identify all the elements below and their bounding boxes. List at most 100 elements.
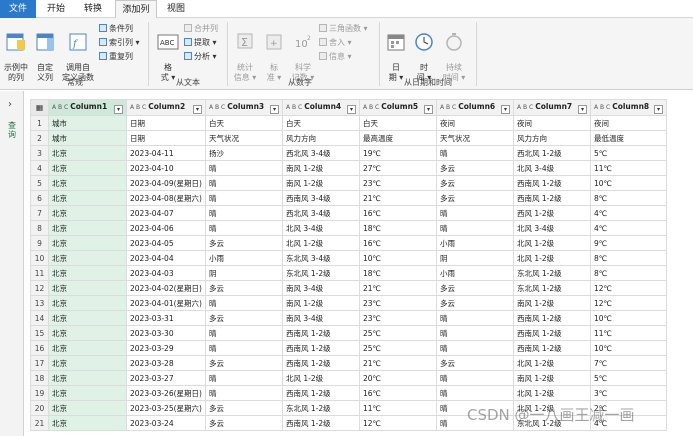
row-number[interactable]: 18 [30, 370, 49, 386]
table-cell[interactable]: 北京 [48, 340, 127, 356]
table-cell[interactable]: 北京 [48, 370, 127, 386]
table-cell[interactable]: 2023-03-27 [126, 370, 206, 386]
table-cell[interactable]: 21℃ [358, 190, 437, 206]
tab-home[interactable]: 开始 [40, 0, 72, 18]
text-type-icon[interactable]: A B C [52, 104, 68, 111]
standard-button[interactable]: + 标 准 ▾ [262, 22, 286, 83]
table-cell[interactable]: 晴 [204, 325, 283, 341]
table-cell[interactable]: 北京 [48, 385, 127, 401]
table-cell[interactable]: 城市 [48, 130, 127, 146]
table-cell[interactable]: 最高温度 [358, 130, 437, 146]
row-number[interactable]: 21 [30, 415, 49, 431]
table-cell[interactable]: 16℃ [358, 205, 437, 221]
table-cell[interactable]: 12℃ [358, 415, 437, 431]
table-cell[interactable]: 北京 [48, 280, 127, 296]
table-cell[interactable]: 最低温度 [589, 130, 667, 146]
table-menu-icon[interactable]: ▦ [30, 99, 49, 116]
row-number[interactable]: 4 [30, 160, 49, 176]
table-cell[interactable]: 南风 1-2级 [281, 175, 360, 191]
row-number[interactable]: 5 [30, 175, 49, 191]
table-cell[interactable]: 16℃ [358, 235, 437, 251]
table-cell[interactable]: 西南风 1-2级 [281, 340, 360, 356]
table-cell[interactable]: 2023-04-05 [126, 235, 206, 251]
table-cell[interactable]: 白天 [204, 115, 283, 131]
table-cell[interactable]: 小雨 [435, 265, 514, 281]
filter-dropdown-icon[interactable]: ▾ [192, 104, 202, 114]
table-cell[interactable]: 2023-04-09(星期日) [126, 175, 206, 191]
table-cell[interactable]: 16℃ [358, 385, 437, 401]
table-cell[interactable]: 扬沙 [204, 145, 283, 161]
row-number[interactable]: 12 [30, 280, 49, 296]
table-cell[interactable]: 2023-03-26(星期日) [126, 385, 206, 401]
row-number[interactable]: 8 [30, 220, 49, 236]
table-cell[interactable]: 南风 3-4级 [281, 310, 360, 326]
row-number[interactable]: 14 [30, 310, 49, 326]
table-cell[interactable]: 北京 [48, 310, 127, 326]
table-cell[interactable]: 晴 [435, 205, 514, 221]
table-cell[interactable]: 小雨 [435, 235, 514, 251]
statistics-button[interactable]: Σ 统计 信息 ▾ [230, 22, 260, 83]
table-cell[interactable]: 北风 1-2级 [281, 370, 360, 386]
table-cell[interactable]: 2023-04-06 [126, 220, 206, 236]
row-number[interactable]: 2 [30, 130, 49, 146]
duration-button[interactable]: 持续 时间 ▾ [440, 22, 468, 83]
trigonometry-button[interactable]: 三角函数 ▾ [319, 23, 368, 34]
table-cell[interactable]: 风力方向 [281, 130, 360, 146]
table-cell[interactable]: 阴 [204, 265, 283, 281]
table-cell[interactable]: 2023-03-24 [126, 415, 206, 431]
table-cell[interactable]: 18℃ [358, 220, 437, 236]
table-cell[interactable]: 12℃ [589, 280, 667, 296]
table-cell[interactable]: 27℃ [358, 160, 437, 176]
table-cell[interactable]: 北京 [48, 190, 127, 206]
table-cell[interactable]: 多云 [204, 355, 283, 371]
table-cell[interactable]: 多云 [435, 295, 514, 311]
table-cell[interactable]: 4℃ [589, 205, 667, 221]
table-cell[interactable]: 多云 [435, 160, 514, 176]
table-cell[interactable]: 西北风 3-4级 [281, 145, 360, 161]
table-cell[interactable]: 4℃ [589, 220, 667, 236]
table-cell[interactable]: 12℃ [589, 295, 667, 311]
table-cell[interactable]: 10℃ [589, 340, 667, 356]
table-cell[interactable]: 西南风 3-4级 [281, 190, 360, 206]
column-header-1[interactable]: A B C Column1 ▾ [48, 99, 127, 116]
filter-dropdown-icon[interactable]: ▾ [500, 104, 510, 114]
table-cell[interactable]: 日期 [126, 115, 206, 131]
table-cell[interactable]: 2023-04-03 [126, 265, 206, 281]
table-cell[interactable]: 白天 [281, 115, 360, 131]
table-cell[interactable]: 2023-03-25(星期六) [126, 400, 206, 416]
row-number[interactable]: 20 [30, 400, 49, 416]
table-cell[interactable]: 2023-04-11 [126, 145, 206, 161]
table-cell[interactable]: 晴 [204, 295, 283, 311]
format-button[interactable]: ABC 格 式 ▾ [155, 22, 181, 83]
scientific-button[interactable]: 10 2 科学 记数 ▾ [290, 22, 316, 83]
row-number[interactable]: 6 [30, 190, 49, 206]
table-cell[interactable]: 北风 1-2级 [512, 385, 591, 401]
time-button[interactable]: 时 间 ▾ [412, 22, 436, 83]
table-cell[interactable]: 北风 1-2级 [512, 250, 591, 266]
text-type-icon[interactable]: A B C [517, 104, 533, 111]
row-number[interactable]: 1 [30, 115, 49, 131]
table-cell[interactable]: 北风 1-2级 [512, 235, 591, 251]
date-button[interactable]: 日 期 ▾ [384, 22, 408, 83]
table-cell[interactable]: 晴 [204, 160, 283, 176]
table-cell[interactable]: 晴 [204, 205, 283, 221]
column-header-2[interactable]: A B C Column2 ▾ [126, 99, 206, 116]
table-cell[interactable]: 3℃ [589, 385, 667, 401]
table-cell[interactable]: 10℃ [589, 175, 667, 191]
table-cell[interactable]: 2023-04-10 [126, 160, 206, 176]
table-cell[interactable]: 北京 [48, 325, 127, 341]
table-cell[interactable]: 2023-03-31 [126, 310, 206, 326]
table-cell[interactable]: 小雨 [204, 250, 283, 266]
filter-dropdown-icon[interactable]: ▾ [269, 104, 279, 114]
table-cell[interactable]: 北京 [48, 235, 127, 251]
expand-chevron-icon[interactable]: › [8, 99, 12, 110]
table-cell[interactable]: 2023-03-29 [126, 340, 206, 356]
table-cell[interactable]: 5℃ [589, 145, 667, 161]
table-cell[interactable]: 北京 [48, 250, 127, 266]
row-number[interactable]: 13 [30, 295, 49, 311]
table-cell[interactable]: 晴 [435, 340, 514, 356]
table-cell[interactable]: 北风 1-2级 [281, 235, 360, 251]
tab-add-column[interactable]: 添加列 [115, 0, 157, 19]
table-cell[interactable]: 风力方向 [512, 130, 591, 146]
tab-file[interactable]: 文件 [0, 0, 36, 18]
